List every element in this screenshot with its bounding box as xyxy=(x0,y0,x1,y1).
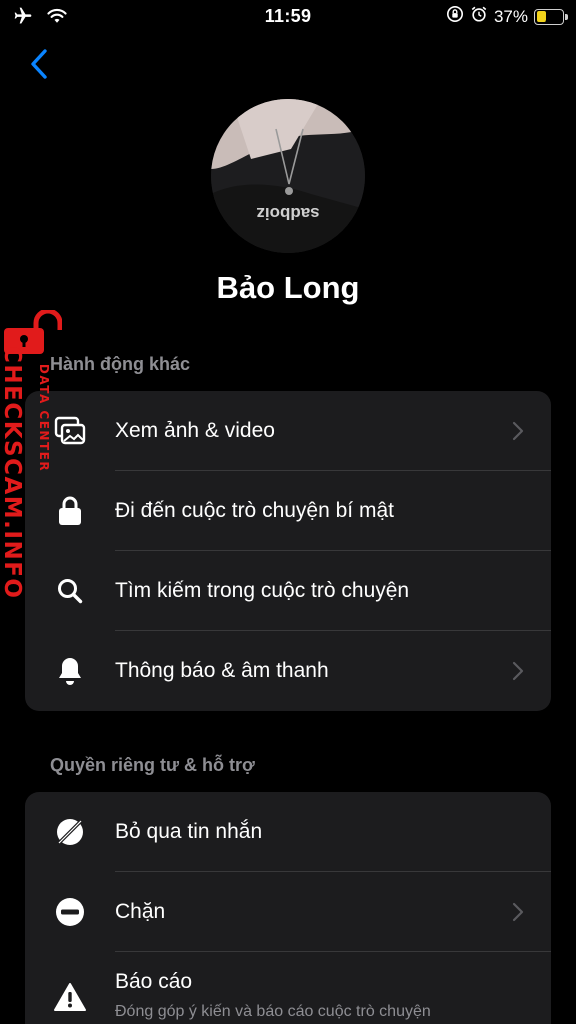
report-label: Báo cáo xyxy=(115,970,193,993)
report-row[interactable]: Báo cáo Đóng góp ý kiến và báo cáo cuộc … xyxy=(25,952,551,1024)
watermark-main-text: CHECKSCAM.INFO xyxy=(0,346,25,600)
search-icon xyxy=(53,574,87,608)
section-title-actions: Hành động khác xyxy=(50,354,191,374)
search-conversation-row[interactable]: Tìm kiếm trong cuộc trò chuyện xyxy=(25,551,551,631)
chevron-right-icon xyxy=(511,659,525,683)
battery-icon: ⚡ xyxy=(534,7,568,25)
bell-icon xyxy=(53,654,87,688)
warning-icon xyxy=(53,980,87,1014)
media-label: Xem ảnh & video xyxy=(115,419,275,442)
notifications-label: Thông báo & âm thanh xyxy=(115,659,329,682)
avatar[interactable]: sadboiz xyxy=(211,99,365,253)
actions-card: Xem ảnh & video Đi đến cuộc trò chuyện b… xyxy=(25,391,551,711)
charging-bolt-icon: ⚡ xyxy=(544,7,554,24)
secret-conversation-label: Đi đến cuộc trò chuyện bí mật xyxy=(115,499,394,522)
avatar-caption: sadboiz xyxy=(256,204,319,223)
chevron-left-icon xyxy=(31,49,47,79)
ignore-messages-label: Bỏ qua tin nhắn xyxy=(115,820,263,843)
chevron-right-icon xyxy=(511,900,525,924)
section-title-privacy: Quyền riêng tư & hỗ trợ xyxy=(50,755,255,775)
chevron-right-icon xyxy=(511,419,525,443)
ignore-icon xyxy=(53,815,87,849)
secret-conversation-row[interactable]: Đi đến cuộc trò chuyện bí mật xyxy=(25,471,551,551)
status-bar: 11:59 37% ⚡ xyxy=(0,0,576,34)
watermark-sub-text: DATA CENTER xyxy=(37,363,51,473)
block-label: Chặn xyxy=(115,900,166,923)
report-sublabel: Đóng góp ý kiến và báo cáo cuộc trò chuy… xyxy=(115,1003,431,1020)
media-row[interactable]: Xem ảnh & video xyxy=(25,391,551,471)
search-conversation-label: Tìm kiếm trong cuộc trò chuyện xyxy=(115,579,410,602)
profile-name: Bảo Long xyxy=(216,270,360,305)
alarm-icon xyxy=(470,5,488,28)
status-right: 37% ⚡ xyxy=(446,5,568,28)
battery-percent: 37% xyxy=(493,6,528,26)
photos-icon xyxy=(53,414,87,448)
lock-icon xyxy=(53,494,87,528)
back-button[interactable] xyxy=(22,44,56,84)
privacy-card: Bỏ qua tin nhắn Chặn Báo cáo Đóng góp ý … xyxy=(25,792,551,1024)
ignore-messages-row[interactable]: Bỏ qua tin nhắn xyxy=(25,792,551,872)
block-icon xyxy=(53,895,87,929)
conversation-details-screen: 11:59 37% ⚡ sadboiz Bảo Long Hành động k… xyxy=(0,0,576,1024)
block-row[interactable]: Chặn xyxy=(25,872,551,952)
notifications-row[interactable]: Thông báo & âm thanh xyxy=(25,631,551,711)
orientation-lock-icon xyxy=(446,5,464,28)
